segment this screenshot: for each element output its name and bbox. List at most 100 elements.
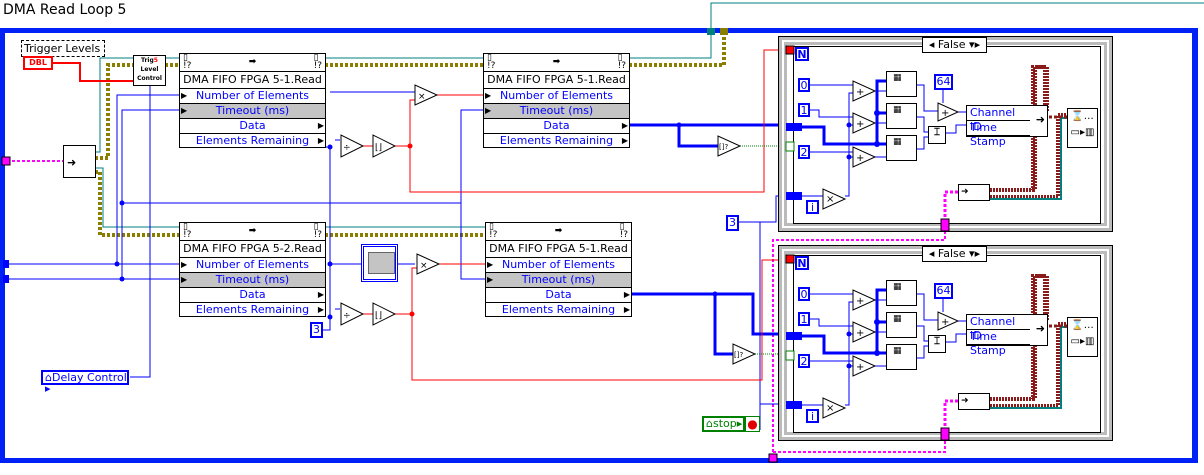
arrow-icon: ➜ <box>961 187 969 197</box>
data-terminal[interactable]: Data ▶ <box>484 119 629 134</box>
case-selector-label: False <box>937 38 966 51</box>
case-selector[interactable]: ◂ False ▾▸ <box>922 37 987 53</box>
trig-level-control-subvi[interactable]: Trig5 Level Control <box>133 55 166 86</box>
row-label: Timeout (ms) <box>215 273 290 286</box>
array-icon: ▦ <box>893 282 902 292</box>
index-array-node[interactable]: ▦ <box>886 280 917 306</box>
fifo-read-node[interactable]: ▯!? ➡ ▯!? DMA FIFO FPGA 5-1.Read ▶ Number o… <box>485 222 632 317</box>
index-array-node[interactable]: ▦ <box>886 103 917 129</box>
bundle-field-channel-id: Channel ID <box>967 106 1030 133</box>
bundle-by-name-node[interactable]: Channel ID Time Stamp ➜ <box>966 105 1048 148</box>
subvi-label: Trig <box>141 57 154 64</box>
trigger-levels-control[interactable]: DBL <box>23 56 53 70</box>
timeout-terminal[interactable]: ▶ Timeout (ms) <box>484 104 629 119</box>
error-wire <box>95 63 133 160</box>
svg-text:+: + <box>941 108 949 119</box>
elements-remaining-terminal[interactable]: Elements Remaining ▶ <box>180 134 325 148</box>
row-label: Elements Remaining <box>501 303 616 316</box>
number-of-elements-terminal[interactable]: ▶ Number of Elements <box>484 89 629 104</box>
svg-text:×: × <box>826 403 834 414</box>
queue-enqueue-node[interactable]: ⌛… ▭▸▥ <box>1067 317 1098 357</box>
row-label: Elements Remaining <box>499 134 614 147</box>
bundle-by-name-node[interactable]: Channel ID Time Stamp ➜ <box>966 314 1048 357</box>
refnum-wire <box>95 167 179 228</box>
row-label: Data <box>543 119 570 132</box>
timeout-terminal[interactable]: ▶ Timeout (ms) <box>180 104 325 119</box>
loop-condition-stop-icon[interactable]: ● <box>745 416 760 432</box>
number-of-elements-terminal[interactable]: ▶ Number of Elements <box>180 258 325 273</box>
bundle-field-channel-id: Channel ID <box>967 315 1030 342</box>
svg-text:+: + <box>856 296 864 307</box>
array-icon: ▦ <box>893 346 902 356</box>
fifo-title: DMA FIFO FPGA 5-1.Read <box>484 72 629 89</box>
index-array-node[interactable]: ▦ <box>886 312 917 338</box>
constant-3[interactable]: 3 <box>726 215 739 231</box>
number-of-elements-terminal[interactable]: ▶ Number of Elements <box>486 258 631 273</box>
fifo-title: DMA FIFO FPGA 5-1.Read <box>486 241 631 258</box>
error-out-icon: ▯!? <box>313 222 322 240</box>
constant-0[interactable]: 0 <box>798 78 810 92</box>
row-label: Elements Remaining <box>195 303 310 316</box>
index-array-node[interactable]: ▦ <box>886 135 917 161</box>
unbundle-node[interactable]: ➜ <box>958 184 990 201</box>
row-label: Data <box>239 288 266 301</box>
fifo-read-node[interactable]: ▯!? ➡ ▯!? DMA FIFO FPGA 5-2.Read ▶ Number o… <box>179 222 326 317</box>
svg-text:×: × <box>418 92 426 102</box>
loop-count-terminal: N <box>795 47 809 61</box>
unbundle-node[interactable]: ➜ <box>958 393 990 410</box>
folder-icon <box>368 252 395 274</box>
stop-label: stop <box>712 417 737 430</box>
subvi-number: 5 <box>153 57 158 64</box>
svg-text:÷: ÷ <box>343 143 351 153</box>
timeout-terminal[interactable]: ▶ Timeout (ms) <box>180 273 325 288</box>
fifo-read-node[interactable]: ▯!? ➡ ▯!? DMA FIFO FPGA 5-1.Read ▶ Number o… <box>179 53 326 148</box>
array-icon: ▦ <box>893 105 902 115</box>
bundle-arrow-icon: ➜ <box>1035 113 1045 126</box>
elements-remaining-terminal[interactable]: Elements Remaining ▶ <box>180 303 325 317</box>
fifo-refnum-constant[interactable] <box>361 244 398 282</box>
constant-64[interactable]: 64 <box>934 283 953 299</box>
svg-text:+: + <box>856 87 864 98</box>
constant-3[interactable]: 3 <box>310 322 323 338</box>
index-array-node[interactable]: ▦ <box>886 344 917 370</box>
number-of-elements-terminal[interactable]: ▶ Number of Elements <box>180 89 325 104</box>
stop-terminal[interactable]: ⌂stop▸ <box>702 416 745 432</box>
row-label: Number of Elements <box>499 89 614 102</box>
invoke-arrow-icon: ➡ <box>554 226 563 236</box>
constant-64[interactable]: 64 <box>934 74 953 90</box>
data-terminal[interactable]: Data ▶ <box>180 288 325 303</box>
timeout-terminal[interactable]: ▶ Timeout (ms) <box>486 273 631 288</box>
error-out-icon: ▯!? <box>617 53 626 71</box>
constant-1[interactable]: 1 <box>798 312 810 326</box>
bundle-field-time-stamp: Time Stamp <box>967 330 1030 357</box>
constant-2[interactable]: 2 <box>798 145 810 159</box>
constant-2[interactable]: 2 <box>798 354 810 368</box>
case-structure: + + + × + ◂ False ▾▸ N 0 1 2 i 64 ▦ ▦ ▦ ⌶ Ch… <box>778 36 1113 232</box>
fifo-read-node[interactable]: ▯!? ➡ ▯!? DMA FIFO FPGA 5-1.Read ▶ Number o… <box>483 53 630 148</box>
arrow-icon: ➜ <box>961 396 969 406</box>
error-wire <box>629 33 726 67</box>
delay-control-terminal[interactable]: ⌂Delay Control ▸ <box>41 370 129 394</box>
data-terminal[interactable]: Data ▶ <box>486 288 631 303</box>
data-terminal[interactable]: Data ▶ <box>180 119 325 134</box>
unbundle-node[interactable]: ➜ <box>63 145 96 178</box>
row-label: Number of Elements <box>195 89 310 102</box>
loop-count-terminal: N <box>795 256 809 270</box>
row-label: Number of Elements <box>501 258 616 271</box>
invoke-arrow-icon: ➡ <box>552 57 561 67</box>
block-diagram: DMA Read Loop 5 ÷ ⌊⌋ × ÷ ⌊⌋ × []? []? Tr… <box>0 0 1204 475</box>
join-numbers-node[interactable]: ⌶ <box>928 126 946 144</box>
subvi-label: Level <box>140 66 159 73</box>
elements-remaining-terminal[interactable]: Elements Remaining ▶ <box>486 303 631 317</box>
iteration-terminal: i <box>806 200 819 214</box>
bundle-field-time-stamp: Time Stamp <box>967 121 1030 148</box>
case-selector[interactable]: ◂ False ▾▸ <box>922 246 987 262</box>
elements-remaining-terminal[interactable]: Elements Remaining ▶ <box>484 134 629 148</box>
index-array-node[interactable]: ▦ <box>886 71 917 97</box>
refnum-wire <box>95 57 133 153</box>
constant-1[interactable]: 1 <box>798 103 810 117</box>
join-numbers-node[interactable]: ⌶ <box>928 335 946 353</box>
queue-enqueue-node[interactable]: ⌛… ▭▸▥ <box>1067 108 1098 148</box>
case-selector-label: False <box>937 247 966 260</box>
constant-0[interactable]: 0 <box>798 287 810 301</box>
